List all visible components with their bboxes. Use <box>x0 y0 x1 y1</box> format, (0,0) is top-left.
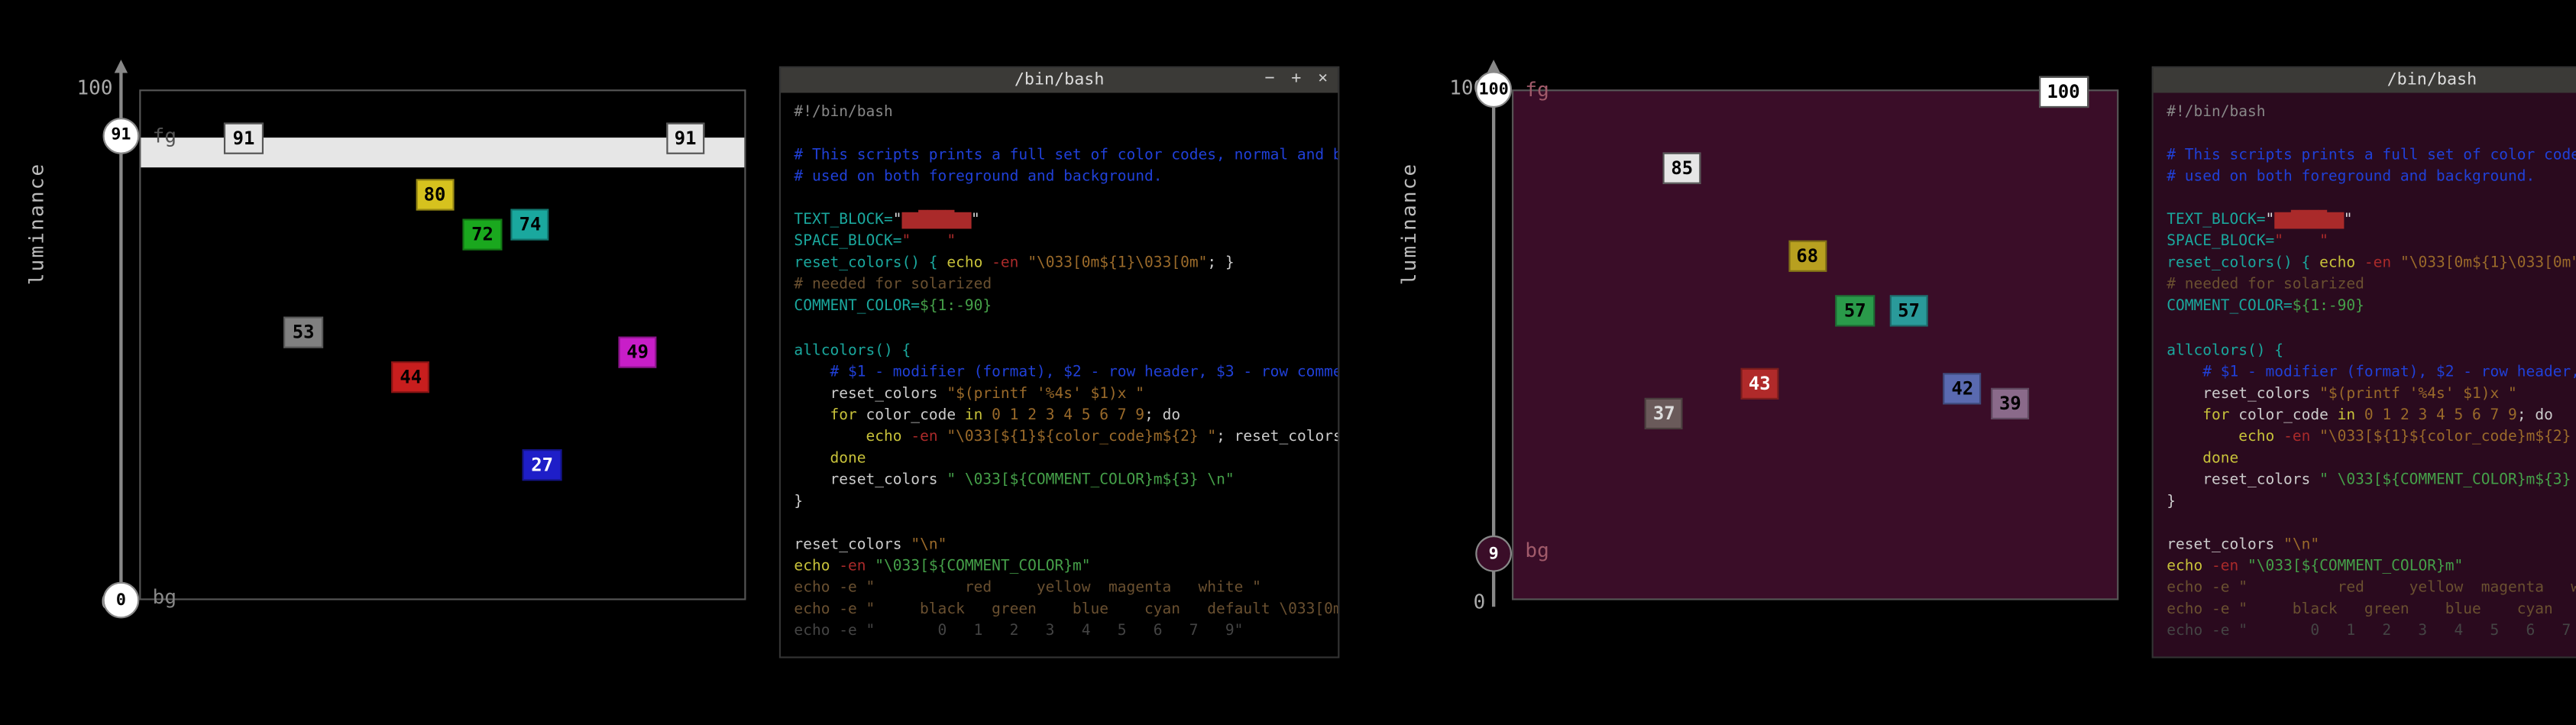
swatch-blue: 27 <box>523 449 561 481</box>
plot-area: 91 91 80 74 72 53 49 44 27 <box>139 89 746 600</box>
terminal-titlebar[interactable]: /bin/bash − + × <box>2154 68 2576 93</box>
panel-left: luminance 100 0 919180747253494427 91 0 … <box>66 66 1340 659</box>
panel-right: luminance 100 0 1008568575743423937 100 … <box>1439 66 2576 659</box>
swatch-magenta: 39 <box>1991 388 2029 419</box>
plot-area: 1008568575743423937 <box>1512 89 2118 600</box>
bg-marker: 0 <box>103 582 140 619</box>
y-axis <box>1492 66 1495 607</box>
fg-label: fg <box>1525 78 1549 101</box>
swatch-yellow: 80 <box>416 178 454 209</box>
swatch-blue: 42 <box>1943 372 1982 403</box>
terminal-titlebar[interactable]: /bin/bash − + × <box>781 68 1338 93</box>
swatch-cyan: 57 <box>1889 296 1927 327</box>
fg-label: fg <box>153 124 176 147</box>
swatch-green: 72 <box>463 219 501 251</box>
terminal-title: /bin/bash <box>1015 71 1105 89</box>
luminance-chart-2: luminance 100 0 1008568575743423937 100 … <box>1439 66 2119 613</box>
y-axis-label: luminance <box>1397 163 1420 286</box>
swatch-yellow: 68 <box>1788 240 1827 271</box>
terminal-2: /bin/bash − + × #!/bin/bash # This scrip… <box>2152 66 2576 659</box>
swatch-green: 57 <box>1836 296 1874 327</box>
swatch-fg-left: 91 <box>225 122 263 154</box>
window-controls[interactable]: − + × <box>1264 70 1331 88</box>
terminal-body: #!/bin/bash # This scripts prints a full… <box>781 93 1338 657</box>
swatch-magenta: 49 <box>618 337 656 368</box>
fg-marker: 91 <box>103 117 140 154</box>
tick-0: 0 <box>1439 591 1486 613</box>
bg-label: bg <box>1525 539 1549 562</box>
swatch-white: 53 <box>284 316 322 348</box>
swatch-fg-right: 100 <box>2039 76 2089 108</box>
swatch-fg-right: 91 <box>666 122 704 154</box>
terminal-1: /bin/bash − + × #!/bin/bash # This scrip… <box>779 66 1339 659</box>
swatch-white: 85 <box>1663 153 1701 184</box>
bg-marker: 9 <box>1475 536 1512 572</box>
swatch-red: 44 <box>392 362 430 393</box>
terminal-title: /bin/bash <box>2387 71 2477 89</box>
swatch-red: 43 <box>1740 367 1778 399</box>
bg-label: bg <box>153 585 176 608</box>
terminal-body: #!/bin/bash # This scripts prints a full… <box>2154 93 2576 657</box>
fg-marker: 100 <box>1475 71 1512 108</box>
y-axis-label: luminance <box>25 163 48 286</box>
luminance-chart-1: luminance 100 0 919180747253494427 91 0 … <box>66 66 746 613</box>
tick-100: 100 <box>66 76 113 99</box>
swatch-default: 37 <box>1645 398 1683 429</box>
swatch-cyan: 74 <box>511 209 549 241</box>
